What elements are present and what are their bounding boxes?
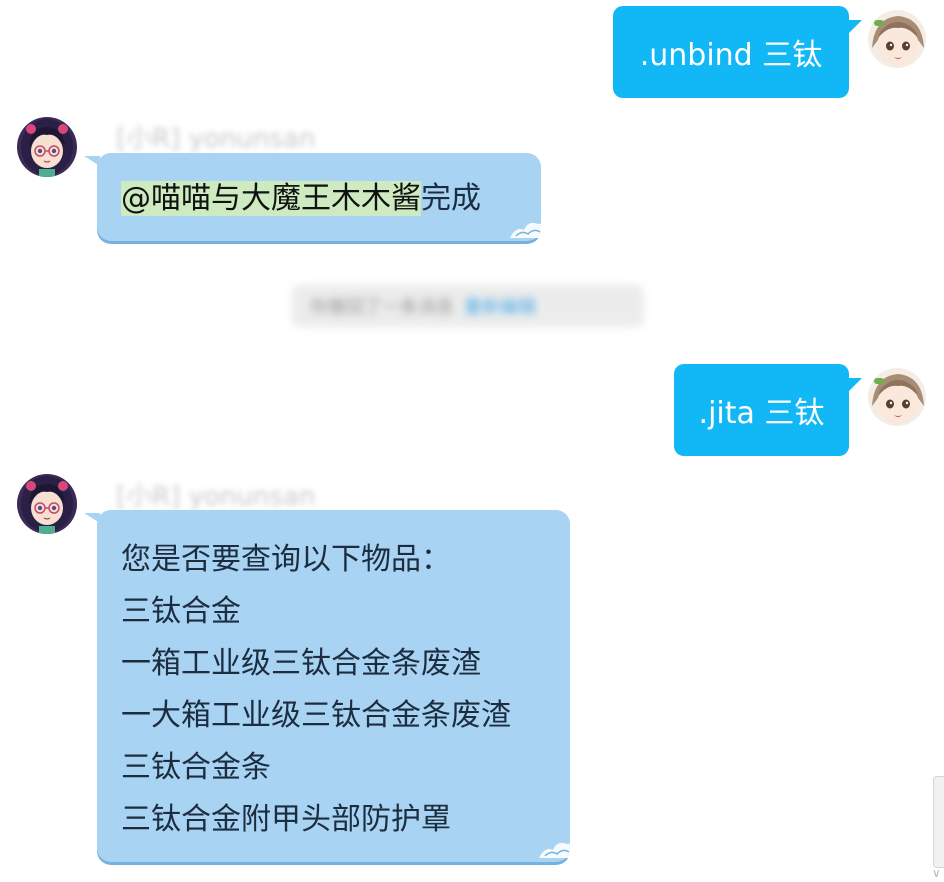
message-text: 完成 [421, 181, 481, 216]
message-text: .unbind 三钛 [639, 38, 823, 73]
anime-girl-avatar-icon [868, 10, 926, 68]
chat-window: { "messages": [ { "direction": "outgoing… [0, 0, 944, 882]
self-avatar[interactable] [868, 368, 926, 426]
list-item: 三钛合金条 [121, 750, 271, 785]
bubble-tail [848, 378, 862, 392]
wave-decoration-icon [510, 222, 546, 238]
outgoing-message-bubble[interactable]: .unbind 三钛 [613, 6, 849, 98]
incoming-message-bubble[interactable]: 您是否要查询以下物品： 三钛合金 一箱工业级三钛合金条废渣 一大箱工业级三钛合金… [97, 510, 570, 862]
list-item: 一大箱工业级三钛合金条废渣 [121, 698, 511, 733]
list-item: 三钛合金 [121, 594, 241, 629]
message-text: .jita 三钛 [698, 396, 825, 431]
outgoing-message-bubble[interactable]: .jita 三钛 [674, 364, 849, 456]
list-item: 三钛合金附甲头部防护罩 [121, 802, 451, 837]
bot-avatar[interactable] [17, 117, 77, 177]
anime-girl-avatar-icon [868, 368, 926, 426]
re-edit-link[interactable]: 重新编辑 [464, 293, 536, 319]
mention-tag[interactable]: @喵喵与大魔王木木酱 [121, 181, 421, 216]
wave-decoration-icon [539, 842, 575, 858]
list-item: 您是否要查询以下物品： [121, 542, 451, 577]
bot-avatar[interactable] [17, 474, 77, 534]
anime-girl-glasses-avatar-icon [17, 117, 77, 177]
sender-name: [小R] yonunsan [116, 124, 316, 154]
bubble-tail [84, 156, 100, 166]
bubble-tail [848, 20, 862, 34]
anime-girl-glasses-avatar-icon [17, 474, 77, 534]
bubble-tail [84, 513, 100, 523]
incoming-message-bubble[interactable]: @喵喵与大魔王木木酱完成 [97, 153, 541, 241]
system-notice: 你撤回了一条消息 重新编辑 [292, 285, 644, 327]
self-avatar[interactable] [868, 10, 926, 68]
list-item: 一箱工业级三钛合金条废渣 [121, 646, 481, 681]
scrollbar-thumb[interactable] [933, 776, 944, 868]
sender-name: [小R] yonunsan [116, 482, 316, 512]
chevron-down-icon[interactable]: ∨ [932, 866, 944, 880]
system-notice-text: 你撤回了一条消息 [310, 297, 454, 318]
